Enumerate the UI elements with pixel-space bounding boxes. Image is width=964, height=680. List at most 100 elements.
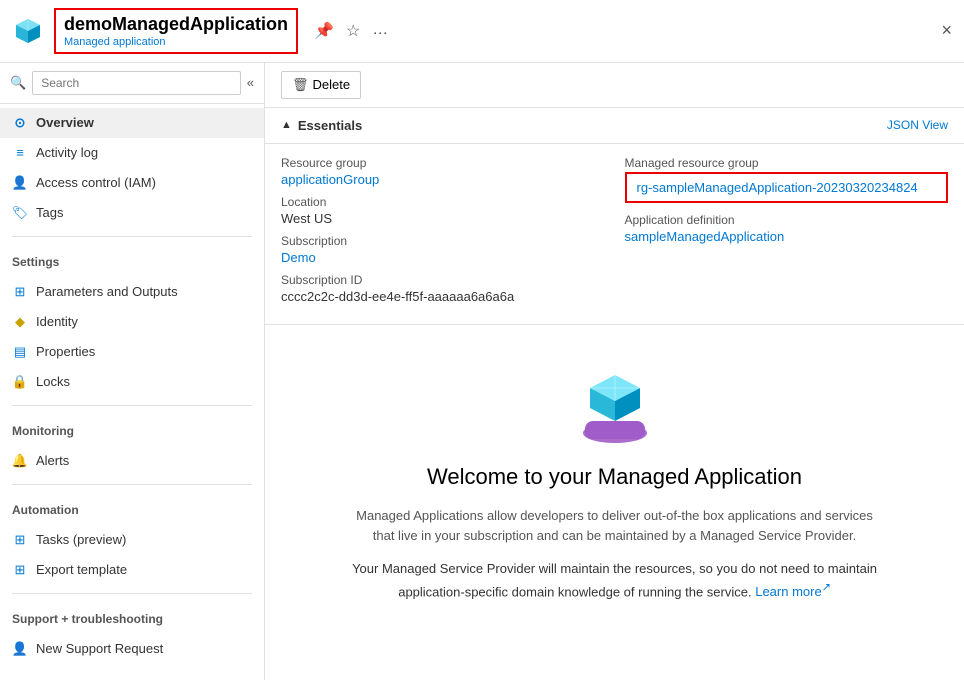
managed-rg-box: rg-sampleManagedApplication-202303202348… (625, 172, 949, 203)
close-button[interactable]: × (941, 20, 952, 41)
app-definition-link[interactable]: sampleManagedApplication (625, 229, 785, 244)
essentials-header: ▲ Essentials JSON View (265, 108, 964, 144)
sidebar-item-parameters-outputs[interactable]: ⊞ Parameters and Outputs (0, 277, 264, 307)
alerts-icon: 🔔 (12, 453, 28, 469)
main-layout: 🔍 « ⊙ Overview ≡ Activity log 👤 Access c… (0, 63, 964, 680)
sidebar-item-export[interactable]: ⊞ Export template (0, 555, 264, 585)
divider-settings (12, 236, 252, 237)
app-title: demoManagedApplication (64, 14, 288, 36)
divider-automation (12, 484, 252, 485)
sidebar-item-properties-label: Properties (36, 344, 95, 359)
managed-rg-column: Managed resource group rg-sampleManagedA… (625, 156, 949, 312)
app-definition-label: Application definition (625, 213, 949, 227)
app-title-block: demoManagedApplication Managed applicati… (54, 8, 298, 54)
sidebar-item-identity-label: Identity (36, 314, 78, 329)
resource-group-link[interactable]: applicationGroup (281, 172, 379, 187)
sidebar-item-activity-log-label: Activity log (36, 145, 98, 160)
learn-more-link[interactable]: Learn more↗ (755, 584, 831, 599)
sidebar-item-locks-label: Locks (36, 374, 70, 389)
app-subtitle: Managed application (64, 36, 288, 48)
app-definition-value: sampleManagedApplication (625, 229, 949, 244)
managed-rg-label: Managed resource group (625, 156, 949, 170)
subscription-label: Subscription (281, 234, 605, 248)
resource-group-value: applicationGroup (281, 172, 605, 187)
divider-support (12, 593, 252, 594)
search-bar: 🔍 « (0, 63, 264, 104)
managed-rg-link[interactable]: rg-sampleManagedApplication-202303202348… (637, 180, 918, 195)
delete-button-label: Delete (313, 77, 351, 92)
sidebar-item-activity-log[interactable]: ≡ Activity log (0, 138, 264, 168)
nav-section-main: ⊙ Overview ≡ Activity log 👤 Access contr… (0, 104, 264, 232)
json-view-link[interactable]: JSON View (887, 118, 948, 132)
app-icon (12, 15, 44, 47)
access-control-icon: 👤 (12, 175, 28, 191)
sidebar-item-parameters-label: Parameters and Outputs (36, 284, 178, 299)
export-icon: ⊞ (12, 562, 28, 578)
subscription-id-value: cccc2c2c-dd3d-ee4e-ff5f-aaaaaa6a6a6a (281, 289, 605, 304)
sidebar-item-new-support-label: New Support Request (36, 641, 163, 656)
pin-icon[interactable]: 📌 (314, 21, 334, 41)
main-content: ▲ Essentials JSON View Resource group ap… (265, 108, 964, 680)
welcome-text2: Your Managed Service Provider will maint… (345, 559, 884, 603)
location-value: West US (281, 211, 605, 226)
welcome-cube-icon (565, 355, 665, 448)
overview-icon: ⊙ (12, 115, 28, 131)
subscription-value: Demo (281, 250, 605, 265)
search-icon: 🔍 (10, 75, 26, 91)
locks-icon: 🔒 (12, 374, 28, 390)
essentials-title-label: Essentials (298, 118, 362, 133)
welcome-section: Welcome to your Managed Application Mana… (265, 325, 964, 624)
resource-group-label: Resource group (281, 156, 605, 170)
top-icons: 📌 ☆ … (314, 21, 388, 41)
sidebar-item-tasks-label: Tasks (preview) (36, 532, 126, 547)
star-icon[interactable]: ☆ (346, 21, 360, 41)
sidebar-item-tasks[interactable]: ⊞ Tasks (preview) (0, 525, 264, 555)
divider-monitoring (12, 405, 252, 406)
content-area: 🗑 Delete ▲ Essentials JSON View Resource… (265, 63, 964, 680)
sidebar-item-tags[interactable]: 🏷 Tags (0, 198, 264, 228)
subscription-id-label: Subscription ID (281, 273, 605, 287)
activity-log-icon: ≡ (12, 145, 28, 161)
identity-icon: ◆ (12, 314, 28, 330)
resource-group-item: Resource group applicationGroup Location… (281, 156, 605, 312)
sidebar-item-export-label: Export template (36, 562, 127, 577)
sidebar-item-alerts-label: Alerts (36, 453, 69, 468)
learn-more-label: Learn more (755, 584, 821, 599)
toolbar: 🗑 Delete (265, 63, 964, 108)
sidebar-item-access-control[interactable]: 👤 Access control (IAM) (0, 168, 264, 198)
nav-section-settings: ⊞ Parameters and Outputs ◆ Identity ▤ Pr… (0, 273, 264, 401)
search-input[interactable] (32, 71, 241, 95)
location-label: Location (281, 195, 605, 209)
tags-icon: 🏷 (12, 205, 28, 221)
sidebar-item-access-control-label: Access control (IAM) (36, 175, 156, 190)
support-icon: 👤 (12, 641, 28, 657)
sidebar-item-alerts[interactable]: 🔔 Alerts (0, 446, 264, 476)
delete-icon: 🗑 (292, 77, 309, 93)
nav-section-monitoring: 🔔 Alerts (0, 442, 264, 480)
properties-icon: ▤ (12, 344, 28, 360)
delete-button[interactable]: 🗑 Delete (281, 71, 361, 99)
nav-section-automation: ⊞ Tasks (preview) ⊞ Export template (0, 521, 264, 589)
top-bar: demoManagedApplication Managed applicati… (0, 0, 964, 63)
sidebar-item-tags-label: Tags (36, 205, 63, 220)
collapse-icon[interactable]: « (247, 75, 254, 90)
sidebar-item-overview-label: Overview (36, 115, 94, 130)
essentials-title: ▲ Essentials (281, 118, 362, 133)
nav-section-support: 👤 New Support Request (0, 630, 264, 668)
welcome-text1: Managed Applications allow developers to… (345, 506, 884, 548)
learn-more-icon: ↗ (822, 582, 831, 594)
support-group-label: Support + troubleshooting (0, 602, 264, 630)
essentials-grid: Resource group applicationGroup Location… (265, 144, 964, 325)
sidebar-item-properties[interactable]: ▤ Properties (0, 337, 264, 367)
collapse-essentials-icon[interactable]: ▲ (281, 119, 292, 131)
sidebar-item-new-support[interactable]: 👤 New Support Request (0, 634, 264, 664)
sidebar: 🔍 « ⊙ Overview ≡ Activity log 👤 Access c… (0, 63, 265, 680)
subscription-link[interactable]: Demo (281, 250, 316, 265)
tasks-icon: ⊞ (12, 532, 28, 548)
sidebar-item-overview[interactable]: ⊙ Overview (0, 108, 264, 138)
sidebar-item-identity[interactable]: ◆ Identity (0, 307, 264, 337)
settings-group-label: Settings (0, 245, 264, 273)
more-icon[interactable]: … (372, 21, 388, 41)
sidebar-item-locks[interactable]: 🔒 Locks (0, 367, 264, 397)
parameters-icon: ⊞ (12, 284, 28, 300)
